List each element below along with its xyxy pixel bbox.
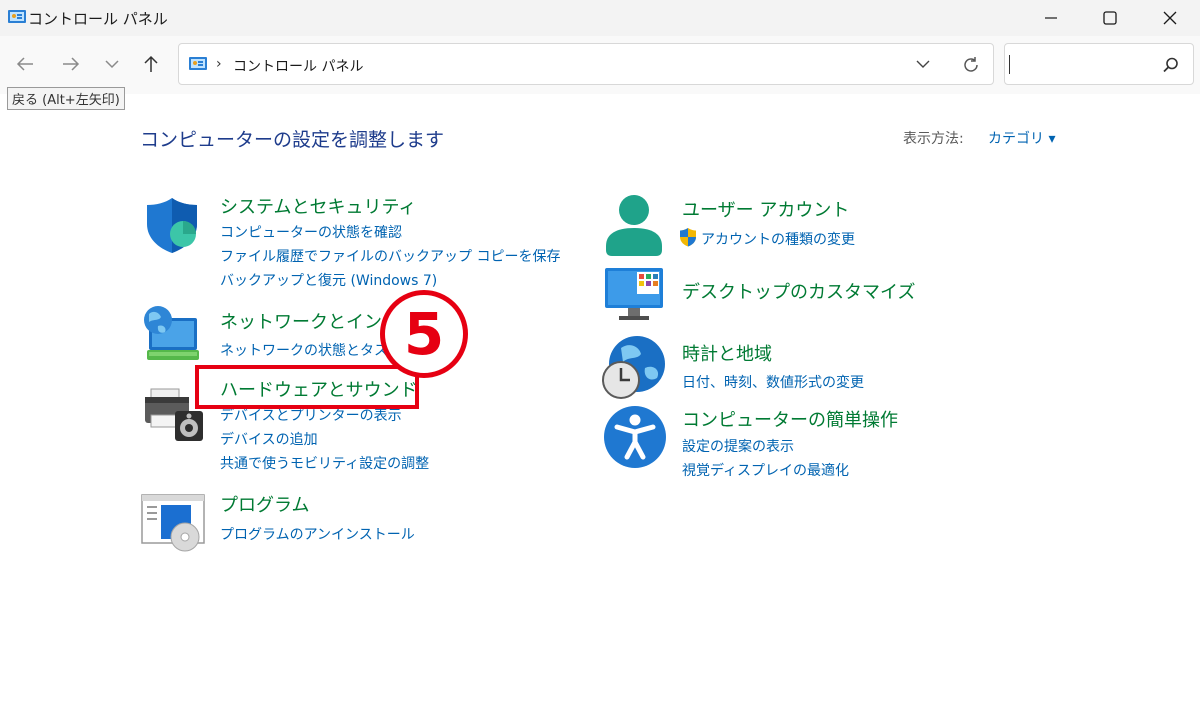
step-number-badge: 5: [380, 290, 468, 378]
category-title-programs[interactable]: プログラム: [220, 491, 309, 517]
back-button[interactable]: [9, 48, 41, 80]
category-title-clock-region[interactable]: 時計と地域: [682, 340, 772, 366]
link-settings-suggestions[interactable]: 設定の提案の表示: [682, 436, 794, 456]
search-input[interactable]: [1013, 50, 1157, 80]
control-panel-icon: [189, 57, 207, 70]
refresh-icon[interactable]: [962, 56, 980, 74]
link-backup-restore[interactable]: バックアップと復元 (Windows 7): [220, 270, 437, 290]
control-panel-icon: [8, 10, 26, 23]
uac-shield-icon: [680, 228, 696, 247]
maximize-icon: [1103, 11, 1117, 25]
back-tooltip: 戻る (Alt+左矢印): [7, 87, 125, 110]
link-check-computer-status[interactable]: コンピューターの状態を確認: [220, 222, 402, 242]
arrow-left-icon: [16, 57, 33, 71]
close-icon: [1163, 11, 1177, 25]
close-button[interactable]: [1140, 0, 1200, 36]
network-globe-icon: [144, 306, 199, 360]
link-change-date-time-format[interactable]: 日付、時刻、数値形式の変更: [682, 372, 864, 392]
arrow-right-icon: [63, 57, 80, 71]
chevron-down-icon: [105, 60, 119, 69]
link-network-status-tasks[interactable]: ネットワークの状態とタスク: [220, 340, 402, 360]
up-button[interactable]: [135, 48, 167, 80]
category-title-user-accounts[interactable]: ユーザー アカウント: [682, 196, 849, 222]
user-account-icon: [606, 195, 662, 256]
link-optimize-visual-display[interactable]: 視覚ディスプレイの最適化: [682, 460, 849, 480]
maximize-button[interactable]: [1080, 0, 1140, 36]
link-uninstall-program[interactable]: プログラムのアンインストール: [220, 524, 415, 544]
view-by-label: 表示方法:: [903, 131, 964, 147]
text-cursor: [1009, 55, 1010, 74]
forward-button[interactable]: [55, 48, 87, 80]
address-history-chevron-icon[interactable]: [916, 59, 930, 69]
page-title: コンピューターの設定を調整します: [140, 129, 445, 151]
title-bar: [0, 0, 1200, 36]
category-title-system-security[interactable]: システムとセキュリティ: [220, 193, 416, 219]
link-mobility-settings[interactable]: 共通で使うモビリティ設定の調整: [220, 453, 429, 473]
recent-locations-button[interactable]: [96, 48, 128, 80]
category-title-ease-of-access[interactable]: コンピューターの簡単操作: [682, 406, 898, 432]
category-title-hardware-sound[interactable]: ハードウェアとサウンド: [220, 376, 418, 402]
link-change-account-type[interactable]: アカウントの種類の変更: [701, 229, 855, 249]
desktop-customize-icon: [605, 268, 663, 320]
highlight-box: ハードウェアとサウンド: [195, 365, 419, 409]
search-box[interactable]: [1004, 43, 1194, 85]
breadcrumb-separator[interactable]: ›: [216, 56, 222, 72]
category-title-appearance[interactable]: デスクトップのカスタマイズ: [682, 278, 915, 304]
arrow-up-icon: [144, 55, 158, 72]
clock-globe-icon: [602, 336, 665, 399]
window-title: コントロール パネル: [28, 10, 168, 28]
search-icon[interactable]: [1163, 57, 1179, 73]
view-by-dropdown[interactable]: カテゴリ ▾: [988, 128, 1055, 148]
accessibility-icon: [604, 406, 666, 468]
breadcrumb-control-panel[interactable]: コントロール パネル: [233, 56, 363, 76]
programs-icon: [141, 494, 205, 552]
link-file-history-backup[interactable]: ファイル履歴でファイルのバックアップ コピーを保存: [220, 246, 560, 266]
link-add-device[interactable]: デバイスの追加: [220, 429, 318, 449]
address-bar[interactable]: › コントロール パネル: [178, 43, 994, 85]
shield-icon: [147, 198, 197, 253]
minimize-icon: [1045, 17, 1057, 19]
minimize-button[interactable]: [1021, 0, 1081, 36]
